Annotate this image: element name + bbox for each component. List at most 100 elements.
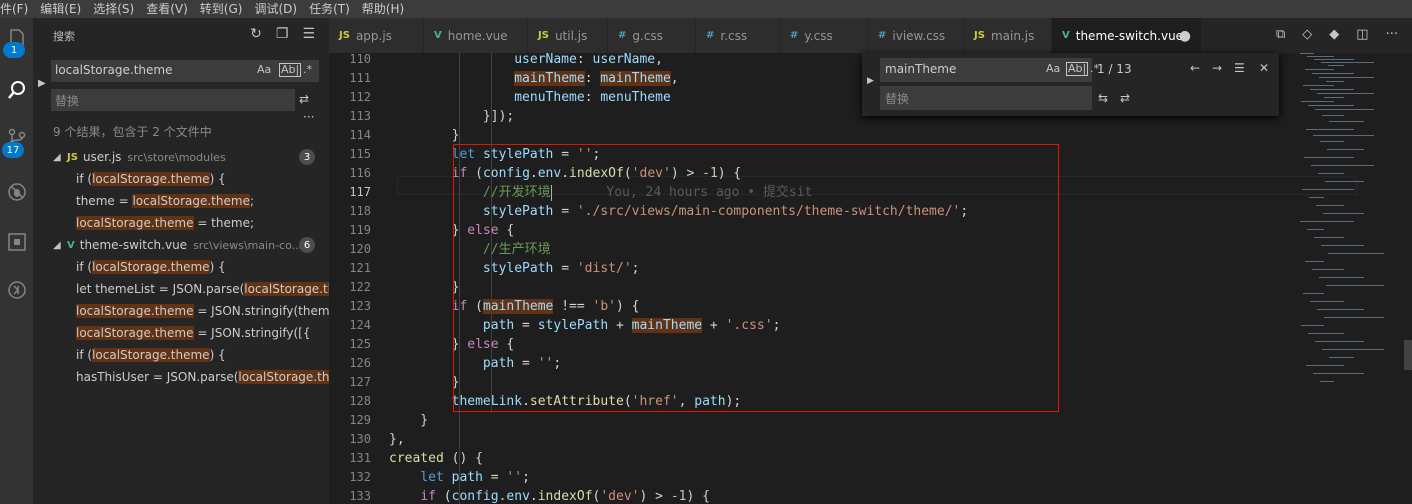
minimap-line [1324, 317, 1384, 318]
minimap-line [1326, 81, 1344, 82]
result-match-row[interactable]: localStorage.theme = JSON.stringify(them… [76, 300, 329, 322]
code-editor[interactable]: 110 111 112 113 114 115 116 117 118 119 120 121 122 1… [329, 52, 1412, 504]
minimap-line [1324, 97, 1344, 98]
tab-app-js[interactable]: JS app.js [329, 18, 424, 53]
tab-iview-css[interactable]: # iview.css [868, 18, 964, 53]
menu-item[interactable]: 转到(G) [194, 0, 249, 18]
result-match-row[interactable]: let themeList = JSON.parse(localStorage.… [76, 278, 329, 300]
tab-label: app.js [355, 28, 392, 43]
more-actions-icon[interactable]: ··· [1386, 27, 1398, 42]
tab-main-js[interactable]: JS main.js [964, 18, 1052, 53]
line-number: 117 [349, 185, 371, 199]
replace-input[interactable]: 替换 [880, 86, 1092, 110]
previous-match-icon[interactable]: ← [1190, 61, 1200, 75]
menu-item[interactable]: 编辑(E) [34, 0, 87, 18]
close-icon[interactable]: ✕ [1259, 61, 1269, 75]
tab-g-css[interactable]: # g.css [608, 18, 696, 53]
line-number: 116 [349, 166, 371, 180]
match-highlight: localStorage.theme [92, 348, 210, 362]
match-highlight: localStorage.the... [238, 370, 329, 384]
whole-word-icon[interactable]: Ab| [1066, 62, 1089, 76]
git-icon[interactable]: ◆ [1329, 27, 1339, 42]
tab-home-vue[interactable]: Vhome.vue [424, 18, 528, 53]
open-changes-icon[interactable]: ⧉ [1276, 27, 1285, 42]
replace-input[interactable]: 替换 [51, 89, 295, 111]
menu-item[interactable]: 选择(S) [87, 0, 140, 18]
minimap-line [1321, 62, 1374, 63]
debug-icon[interactable] [0, 172, 33, 212]
split-editor-icon[interactable]: ◫ [1356, 27, 1368, 42]
result-match-row[interactable]: hasThisUser = JSON.parse(localStorage.th… [76, 366, 329, 388]
chevron-down-icon[interactable]: ◢ [53, 152, 67, 163]
tab-r-css[interactable]: # r.css [696, 18, 780, 53]
minimap-line [1301, 101, 1334, 102]
minimap-line [1320, 381, 1334, 382]
replace-all-icon[interactable]: ⇄ [299, 92, 309, 106]
minimap-line [1327, 149, 1364, 150]
tab-y-css[interactable]: # y.css [780, 18, 868, 53]
code-line: let path = ''; [420, 470, 530, 485]
menu-item[interactable]: 查看(V) [140, 0, 194, 18]
menu-item[interactable]: 调试(D) [248, 0, 303, 18]
line-number: 125 [349, 337, 371, 351]
result-match-row[interactable]: localStorage.theme = JSON.stringify([{ [76, 322, 329, 344]
find-input[interactable]: mainTheme Aa Ab| .* [880, 58, 1099, 82]
toggle-replace-icon[interactable]: ▶ [38, 78, 46, 89]
line-number: 132 [349, 470, 371, 484]
match-case-icon[interactable]: Aa [257, 63, 271, 76]
collapse-all-icon[interactable]: ☰ [302, 26, 315, 42]
scrollbar-thumb[interactable] [1404, 340, 1412, 370]
code-line: userName: userName, [389, 52, 663, 67]
toggle-replace-icon[interactable]: ▶ [867, 76, 874, 86]
menu-item[interactable]: 件(F) [0, 0, 34, 18]
minimap-line [1325, 181, 1364, 182]
line-number: 123 [349, 299, 371, 313]
chevron-down-icon[interactable]: ◢ [53, 240, 67, 251]
minimap[interactable] [1290, 53, 1400, 504]
extensions-icon[interactable] [0, 222, 33, 262]
vertical-scrollbar[interactable] [1404, 53, 1412, 504]
remote-icon[interactable] [0, 270, 33, 310]
clear-results-icon[interactable]: ❐ [276, 26, 289, 42]
result-match-row[interactable]: if (localStorage.theme) { [76, 344, 329, 366]
result-file-row[interactable]: ◢ Vtheme-switch.vue src\views\main-co... 6 [33, 234, 329, 256]
search-icon[interactable] [0, 70, 33, 110]
result-match-row[interactable]: theme = localStorage.theme; [76, 190, 329, 212]
match-highlight: localStorage.theme [132, 194, 250, 208]
line-number: 118 [349, 204, 371, 218]
result-match-row[interactable]: localStorage.theme = theme; [76, 212, 329, 234]
match-case-icon[interactable]: Aa [1046, 62, 1060, 75]
search-input[interactable]: localStorage.theme Aa Ab| .* [51, 60, 319, 82]
match-suffix: ; [249, 194, 254, 208]
code-line: mainTheme: mainTheme, [514, 71, 679, 86]
minimap-line [1329, 357, 1354, 358]
tab-theme-switch-vue[interactable]: Vtheme-switch.vue ● [1052, 18, 1202, 53]
whole-word-icon[interactable]: Ab| [279, 63, 302, 77]
match-prefix: theme = [76, 194, 133, 208]
result-match-row[interactable]: if (localStorage.theme) { [76, 256, 329, 278]
compare-icon[interactable]: ◇ [1302, 27, 1312, 42]
match-highlight: localStorage.theme [76, 304, 194, 318]
result-file-name: theme-switch.vue [79, 238, 188, 252]
unsaved-dot-icon[interactable]: ● [1179, 28, 1191, 44]
regex-icon[interactable]: .* [303, 63, 312, 76]
menu-item[interactable]: 任务(T) [303, 0, 356, 18]
file-type-icon: # [790, 30, 799, 41]
code-line: } [389, 375, 460, 390]
match-prefix: hasThisUser = JSON.parse( [76, 370, 239, 384]
next-match-icon[interactable]: → [1212, 61, 1222, 75]
minimap-line [1311, 165, 1374, 166]
line-number: 130 [349, 432, 371, 446]
sidebar-title: 搜索 [53, 30, 75, 43]
menu-item[interactable]: 帮助(H) [356, 0, 410, 18]
match-prefix: if ( [76, 348, 93, 362]
find-in-selection-icon[interactable]: ☰ [1234, 61, 1245, 75]
tab-util-js[interactable]: JS util.js [528, 18, 608, 53]
replace-all-icon[interactable]: ⇄ [1120, 91, 1130, 105]
more-options-icon[interactable]: ··· [303, 110, 314, 124]
refresh-icon[interactable]: ↻ [250, 26, 262, 42]
result-file-row[interactable]: ◢ JS user.js src\store\modules 3 [33, 146, 329, 168]
match-prefix: if ( [76, 260, 93, 274]
result-match-row[interactable]: if (localStorage.theme) { [76, 168, 329, 190]
replace-one-icon[interactable]: ⇆ [1098, 91, 1108, 105]
